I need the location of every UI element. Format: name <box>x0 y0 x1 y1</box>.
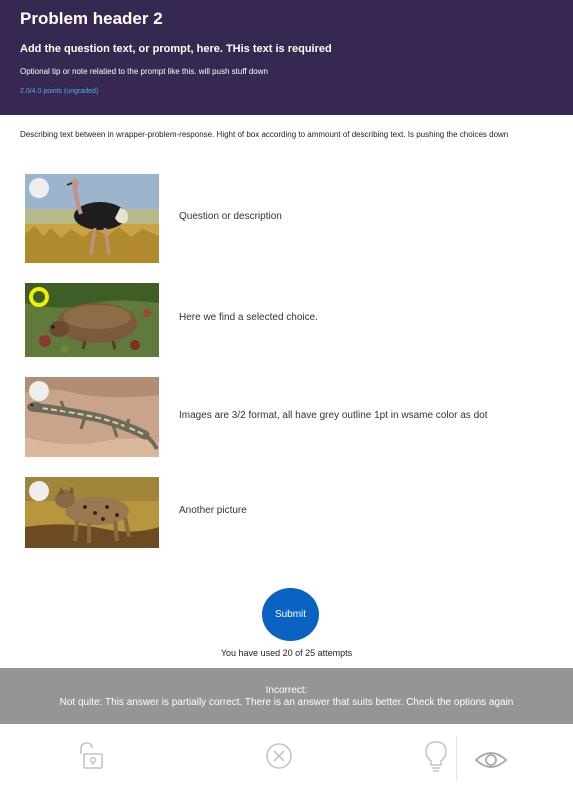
feedback-banner: Incorrect: Not quite: This answer is par… <box>0 668 573 724</box>
choice-radio-selected[interactable] <box>29 287 49 307</box>
lightbulb-icon[interactable] <box>423 740 449 772</box>
choice-label: Images are 3/2 format, all have grey out… <box>179 410 488 421</box>
feedback-title: Incorrect: <box>265 685 308 696</box>
problem-description: Describing text between in wrapper-probl… <box>20 130 509 139</box>
close-circle-icon[interactable] <box>265 742 293 770</box>
choice-label: Another picture <box>179 505 247 516</box>
problem-title: Problem header 2 <box>20 9 163 28</box>
problem-header: Problem header 2 Add the question text, … <box>0 0 573 115</box>
points-label: 2.0/4.0 points (ungraded) <box>20 88 99 95</box>
choice-item-selected[interactable]: Here we find a selected choice. <box>25 283 545 357</box>
choice-item[interactable]: Question or description <box>25 174 545 263</box>
choice-label: Here we find a selected choice. <box>179 312 318 323</box>
choice-radio[interactable] <box>29 381 49 401</box>
toolbar-divider <box>456 737 457 781</box>
unlock-icon[interactable] <box>77 742 105 770</box>
choice-item[interactable]: Images are 3/2 format, all have grey out… <box>25 377 545 457</box>
attempts-counter: You have used 20 of 25 attempts <box>220 648 353 658</box>
question-prompt: Add the question text, or prompt, here. … <box>20 43 332 55</box>
choice-label: Question or description <box>179 211 282 222</box>
choice-item[interactable]: Another picture <box>25 477 545 548</box>
action-toolbar <box>0 724 573 793</box>
submit-button[interactable]: Submit <box>262 588 319 641</box>
choice-radio[interactable] <box>29 481 49 501</box>
feedback-message: Not quite: This answer is partially corr… <box>59 697 514 708</box>
prompt-tip: Optional tip or note relatied to the pro… <box>20 67 268 76</box>
choice-radio[interactable] <box>29 178 49 198</box>
eye-icon[interactable] <box>474 748 508 772</box>
